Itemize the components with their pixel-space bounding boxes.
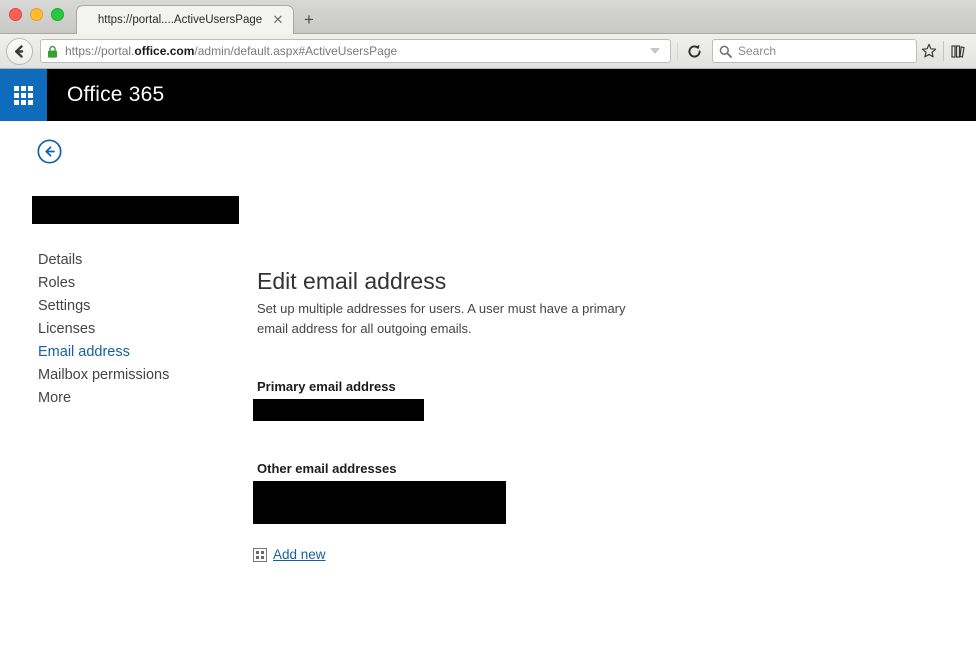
address-bar[interactable]: https://portal.office.com/admin/default.… [40,39,671,63]
library-icon [950,44,965,58]
edit-email-panel: Edit email address Set up multiple addre… [253,267,677,562]
page-description: Set up multiple addresses for users. A u… [257,301,626,336]
maximize-window-button[interactable] [51,8,64,21]
back-navigation-button[interactable] [6,37,33,65]
browser-window: https://portal....ActiveUsersPage ✕ + ht… [0,0,976,654]
search-bar[interactable] [712,39,917,63]
brand-title: Office 365 [67,83,165,106]
tab-title: https://portal....ActiveUsersPage [97,14,263,26]
toolbar-divider [677,42,678,60]
library-button[interactable] [946,39,970,63]
bookmark-button[interactable] [917,39,941,63]
primary-email-label: Primary email address [257,379,396,394]
app-launcher-button[interactable] [0,69,47,121]
other-emails-label: Other email addresses [257,461,397,476]
browser-tab[interactable]: https://portal....ActiveUsersPage ✕ [76,5,294,34]
search-input[interactable] [738,44,910,58]
page-back-button[interactable] [37,139,62,164]
office365-suite-bar: Office 365 [0,69,976,121]
waffle-icon [14,85,33,105]
add-new-label: Add new [273,547,326,562]
user-detail-nav: Details Roles Settings Licenses Email ad… [38,249,228,410]
primary-email-field[interactable] [253,399,424,421]
address-dropdown-icon[interactable] [650,48,660,54]
new-tab-button[interactable]: + [300,11,318,29]
toolbar-divider-2 [943,41,944,61]
search-icon [719,45,732,58]
back-circle-icon [37,139,62,164]
url-text: https://portal.office.com/admin/default.… [65,44,398,58]
other-emails-listbox[interactable] [253,481,506,524]
nav-item-licenses[interactable]: Licenses [38,318,228,341]
nav-item-roles[interactable]: Roles [38,272,228,295]
tab-strip: https://portal....ActiveUsersPage ✕ + [0,0,976,34]
lock-icon [48,45,57,58]
broken-image-icon [253,547,267,562]
close-tab-icon[interactable]: ✕ [271,13,285,27]
close-window-button[interactable] [9,8,22,21]
user-name-redacted [32,196,239,224]
window-controls [9,8,64,21]
reload-icon [688,44,701,58]
page-content: Details Roles Settings Licenses Email ad… [0,121,976,651]
nav-item-details[interactable]: Details [38,249,228,272]
star-icon [921,43,937,58]
minimize-window-button[interactable] [30,8,43,21]
add-new-button[interactable]: Add new [253,547,326,562]
reload-button[interactable] [682,39,706,63]
nav-item-mailbox-permissions[interactable]: Mailbox permissions [38,364,228,387]
page-title: Edit email address [257,268,447,294]
nav-item-more[interactable]: More [38,387,228,410]
browser-toolbar: https://portal.office.com/admin/default.… [0,34,976,69]
nav-item-settings[interactable]: Settings [38,295,228,318]
nav-item-email-address[interactable]: Email address [38,341,228,364]
arrow-left-icon [15,44,24,58]
